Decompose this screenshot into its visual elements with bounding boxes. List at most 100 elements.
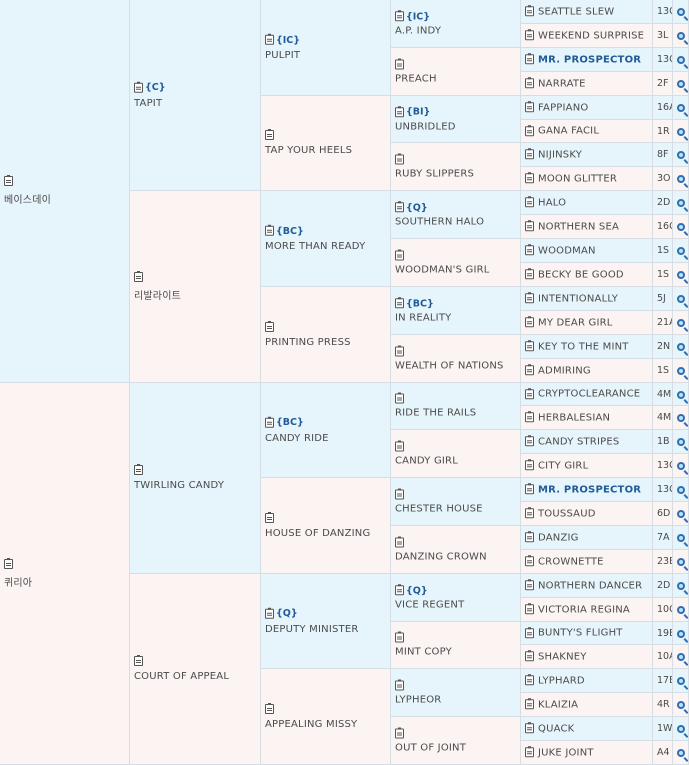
search-icon[interactable] bbox=[677, 438, 685, 446]
horse-name[interactable]: GANA FACIL bbox=[538, 125, 599, 136]
search-icon[interactable] bbox=[677, 630, 685, 638]
gen5-horse-cell[interactable]: MY DEAR GIRL bbox=[521, 311, 653, 335]
clipboard-icon[interactable] bbox=[525, 459, 534, 471]
search-cell[interactable] bbox=[673, 239, 689, 263]
search-icon[interactable] bbox=[677, 32, 685, 40]
gen3-horse-cell[interactable]: {BC} MORE THAN READY bbox=[261, 191, 391, 287]
gen4-horse-cell[interactable]: {IC} A.P. INDY bbox=[391, 0, 521, 48]
horse-name[interactable]: 퀴리아 bbox=[4, 574, 127, 589]
horse-name[interactable]: WOODMAN'S GIRL bbox=[395, 264, 518, 275]
search-icon[interactable] bbox=[677, 606, 685, 614]
horse-name[interactable]: SEATTLE SLEW bbox=[538, 6, 614, 17]
clipboard-icon[interactable] bbox=[525, 29, 534, 41]
gen5-horse-cell[interactable]: VICTORIA REGINA bbox=[521, 598, 653, 622]
horse-name[interactable]: INTENTIONALLY bbox=[538, 293, 618, 304]
clipboard-icon[interactable] bbox=[525, 722, 534, 734]
search-cell[interactable] bbox=[673, 120, 689, 143]
gen5-horse-cell[interactable]: ADMIRING bbox=[521, 359, 653, 383]
horse-name[interactable]: JUKE JOINT bbox=[538, 747, 594, 758]
search-icon[interactable] bbox=[677, 223, 685, 231]
gen5-horse-cell[interactable]: NARRATE bbox=[521, 72, 653, 96]
clipboard-icon[interactable] bbox=[525, 435, 534, 447]
search-icon[interactable] bbox=[677, 367, 685, 375]
clipboard-icon[interactable] bbox=[134, 655, 143, 666]
gen5-horse-cell[interactable]: SHAKNEY bbox=[521, 645, 653, 669]
gen5-horse-cell[interactable]: JUKE JOINT bbox=[521, 741, 653, 765]
gen5-horse-cell[interactable]: BECKY BE GOOD bbox=[521, 263, 653, 287]
gen5-horse-cell[interactable]: HERBALESIAN bbox=[521, 406, 653, 430]
horse-name[interactable]: NIJINSKY bbox=[538, 149, 582, 160]
clipboard-icon[interactable] bbox=[395, 727, 404, 738]
horse-name[interactable]: MORE THAN READY bbox=[265, 241, 388, 252]
clipboard-icon[interactable] bbox=[525, 101, 534, 113]
horse-name[interactable]: UNBRIDLED bbox=[395, 121, 518, 132]
clipboard-icon[interactable] bbox=[525, 172, 534, 184]
gen4-horse-cell[interactable]: PREACH bbox=[391, 48, 521, 96]
gen5-horse-cell[interactable]: SEATTLE SLEW bbox=[521, 0, 653, 24]
gen5-horse-cell[interactable]: NIJINSKY bbox=[521, 143, 653, 167]
gen3-horse-cell[interactable]: PRINTING PRESS bbox=[261, 287, 391, 383]
search-cell[interactable] bbox=[673, 48, 689, 72]
search-cell[interactable] bbox=[673, 24, 689, 48]
search-icon[interactable] bbox=[677, 128, 685, 136]
horse-name[interactable]: CROWNETTE bbox=[538, 556, 604, 567]
gen4-horse-cell[interactable]: CHESTER HOUSE bbox=[391, 478, 521, 526]
clipboard-icon[interactable] bbox=[265, 511, 274, 523]
gen5-horse-cell[interactable]: MR. PROSPECTOR bbox=[521, 48, 653, 72]
horse-name[interactable]: MY DEAR GIRL bbox=[538, 317, 613, 328]
search-cell[interactable] bbox=[673, 311, 689, 335]
gen4-horse-cell[interactable]: {Q} VICE REGENT bbox=[391, 574, 521, 622]
horse-name[interactable]: VICE REGENT bbox=[395, 599, 518, 610]
horse-name[interactable]: ADMIRING bbox=[538, 365, 591, 376]
horse-name[interactable]: WEALTH OF NATIONS bbox=[395, 360, 518, 371]
search-cell[interactable] bbox=[673, 502, 689, 526]
gen5-horse-cell[interactable]: WEEKEND SURPRISE bbox=[521, 24, 653, 48]
horse-name[interactable]: DANZIG bbox=[538, 532, 579, 543]
gen5-horse-cell[interactable]: FAPPIANO bbox=[521, 96, 653, 120]
gen5-horse-cell[interactable]: GANA FACIL bbox=[521, 120, 653, 143]
gen4-horse-cell[interactable]: WEALTH OF NATIONS bbox=[391, 335, 521, 383]
search-cell[interactable] bbox=[673, 167, 689, 191]
search-cell[interactable] bbox=[673, 191, 689, 215]
horse-name[interactable]: FAPPIANO bbox=[538, 102, 588, 113]
horse-name[interactable]: KEY TO THE MINT bbox=[538, 341, 629, 352]
horse-name[interactable]: DANZING CROWN bbox=[395, 551, 518, 562]
search-cell[interactable] bbox=[673, 454, 689, 478]
horse-name[interactable]: TOUSSAUD bbox=[538, 508, 596, 519]
horse-name[interactable]: WOODMAN bbox=[538, 245, 596, 256]
clipboard-icon[interactable] bbox=[525, 626, 534, 638]
horse-name[interactable]: 리발라이트 bbox=[134, 287, 258, 302]
gen2-horse-cell[interactable]: {C} TAPIT bbox=[130, 0, 261, 191]
horse-name[interactable]: CANDY STRIPES bbox=[538, 436, 619, 447]
clipboard-icon[interactable] bbox=[265, 607, 274, 619]
clipboard-icon[interactable] bbox=[4, 175, 13, 186]
horse-name[interactable]: RUBY SLIPPERS bbox=[395, 168, 518, 179]
clipboard-icon[interactable] bbox=[395, 10, 404, 22]
horse-name[interactable]: BECKY BE GOOD bbox=[538, 269, 624, 280]
clipboard-icon[interactable] bbox=[395, 153, 404, 164]
gen5-horse-cell[interactable]: MR. PROSPECTOR bbox=[521, 478, 653, 502]
clipboard-icon[interactable] bbox=[134, 464, 143, 475]
search-icon[interactable] bbox=[677, 582, 685, 590]
clipboard-icon[interactable] bbox=[134, 81, 143, 93]
clipboard-icon[interactable] bbox=[525, 650, 534, 662]
search-cell[interactable] bbox=[673, 406, 689, 430]
search-cell[interactable] bbox=[673, 550, 689, 574]
clipboard-icon[interactable] bbox=[525, 364, 534, 376]
horse-name[interactable]: QUACK bbox=[538, 723, 574, 734]
search-cell[interactable] bbox=[673, 669, 689, 693]
horse-name[interactable]: PREACH bbox=[395, 73, 518, 84]
horse-name[interactable]: CANDY RIDE bbox=[265, 432, 388, 443]
gen5-horse-cell[interactable]: NORTHERN SEA bbox=[521, 215, 653, 239]
search-cell[interactable] bbox=[673, 478, 689, 502]
horse-name[interactable]: NORTHERN DANCER bbox=[538, 580, 642, 591]
horse-name[interactable]: 베이스데이 bbox=[4, 191, 127, 206]
gen1-horse-cell[interactable]: 베이스데이 bbox=[0, 0, 130, 383]
horse-name[interactable]: VICTORIA REGINA bbox=[538, 604, 630, 615]
search-cell[interactable] bbox=[673, 96, 689, 120]
horse-name[interactable]: APPEALING MISSY bbox=[265, 719, 388, 730]
horse-name[interactable]: LYPHEOR bbox=[395, 694, 518, 705]
search-cell[interactable] bbox=[673, 693, 689, 717]
clipboard-icon[interactable] bbox=[395, 58, 404, 69]
search-cell[interactable] bbox=[673, 741, 689, 765]
